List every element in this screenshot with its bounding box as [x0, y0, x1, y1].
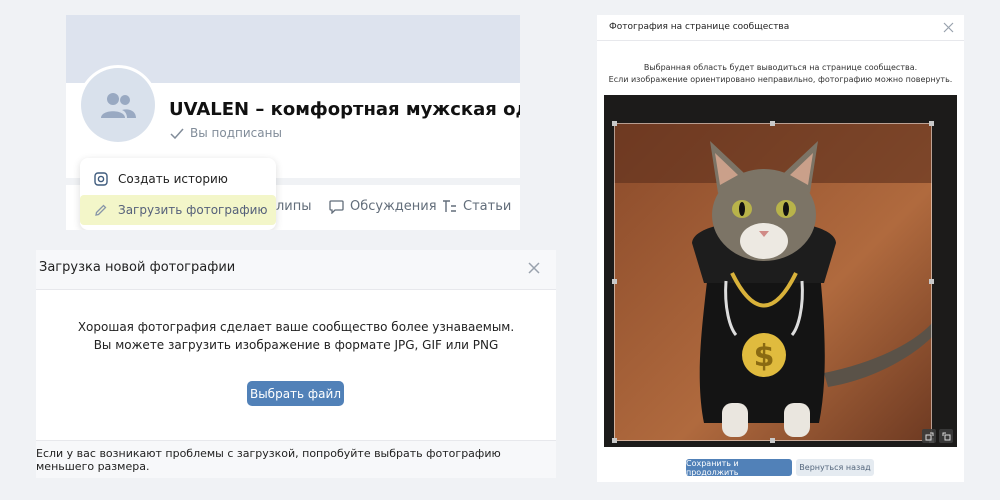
dialog-title: Фотография на странице сообщества — [609, 22, 790, 32]
crop-handle[interactable] — [770, 121, 775, 126]
dialog-header: Фотография на странице сообщества — [597, 15, 964, 41]
close-icon[interactable] — [943, 22, 954, 33]
check-icon — [170, 128, 184, 139]
rotate-right-icon — [942, 432, 950, 440]
rotate-tools — [922, 429, 953, 443]
menu-item-upload-photo[interactable]: Загрузить фотографию — [80, 195, 276, 225]
subscribed-status[interactable]: Вы подписаны — [170, 126, 282, 140]
crop-handle[interactable] — [770, 438, 775, 443]
crop-handle[interactable] — [929, 279, 934, 284]
tab-clips[interactable]: липы — [276, 199, 312, 214]
message-line: Если изображение ориентировано неправиль… — [608, 75, 953, 84]
community-header-panel: UVALEN – комфортная мужская одежда Вы по… — [66, 15, 520, 230]
instagram-icon — [94, 172, 108, 186]
message-line: Вы можете загрузить изображение в формат… — [93, 338, 499, 352]
save-and-continue-button[interactable]: Сохранить и продолжить — [686, 459, 792, 477]
menu-item-create-story[interactable]: Создать историю — [80, 164, 276, 194]
choose-file-button[interactable]: Выбрать файл — [247, 381, 344, 406]
actions-menu: Создать историю Загрузить фотографию — [80, 158, 276, 230]
tab-articles[interactable]: Статьи — [442, 199, 511, 214]
tab-label: липы — [276, 199, 312, 214]
message-line: Хорошая фотография сделает ваше сообщест… — [77, 320, 515, 334]
dialog-message: Хорошая фотография сделает ваше сообщест… — [36, 318, 556, 354]
dialog-header: Загрузка новой фотографии — [36, 250, 556, 290]
subscribed-label: Вы подписаны — [190, 126, 282, 140]
chat-icon — [329, 199, 344, 214]
community-avatar[interactable] — [78, 65, 158, 145]
tab-label: Обсуждения — [350, 199, 437, 214]
dialog-message: Выбранная область будет выводиться на ст… — [597, 62, 964, 86]
go-back-button[interactable]: Вернуться назад — [796, 459, 874, 476]
photo-crop-area: $ — [604, 95, 957, 447]
rotate-right-button[interactable] — [939, 429, 953, 443]
crop-handle[interactable] — [612, 279, 617, 284]
community-title: UVALEN – комфортная мужская одежда — [169, 99, 520, 120]
crop-handle[interactable] — [612, 438, 617, 443]
tab-discussions[interactable]: Обсуждения — [329, 199, 437, 214]
close-icon[interactable] — [526, 260, 542, 276]
tab-label: Статьи — [463, 199, 512, 214]
dialog-title: Загрузка новой фотографии — [39, 260, 236, 275]
pencil-icon — [95, 204, 107, 216]
menu-item-label: Создать историю — [118, 172, 228, 186]
menu-item-label: Загрузить фотографию — [118, 203, 268, 217]
rotate-left-icon — [925, 432, 933, 440]
crop-photo-dialog: Фотография на странице сообщества Выбран… — [597, 15, 964, 482]
upload-photo-dialog: Загрузка новой фотографии Хорошая фотогр… — [36, 250, 556, 478]
rotate-left-button[interactable] — [922, 429, 936, 443]
dialog-footer-note: Если у вас возникают проблемы с загрузко… — [36, 440, 556, 478]
crop-frame[interactable] — [614, 123, 932, 441]
crop-handle[interactable] — [612, 121, 617, 126]
crop-handle[interactable] — [929, 121, 934, 126]
users-icon — [101, 93, 136, 118]
articles-icon — [443, 200, 456, 212]
message-line: Выбранная область будет выводиться на ст… — [643, 63, 918, 72]
